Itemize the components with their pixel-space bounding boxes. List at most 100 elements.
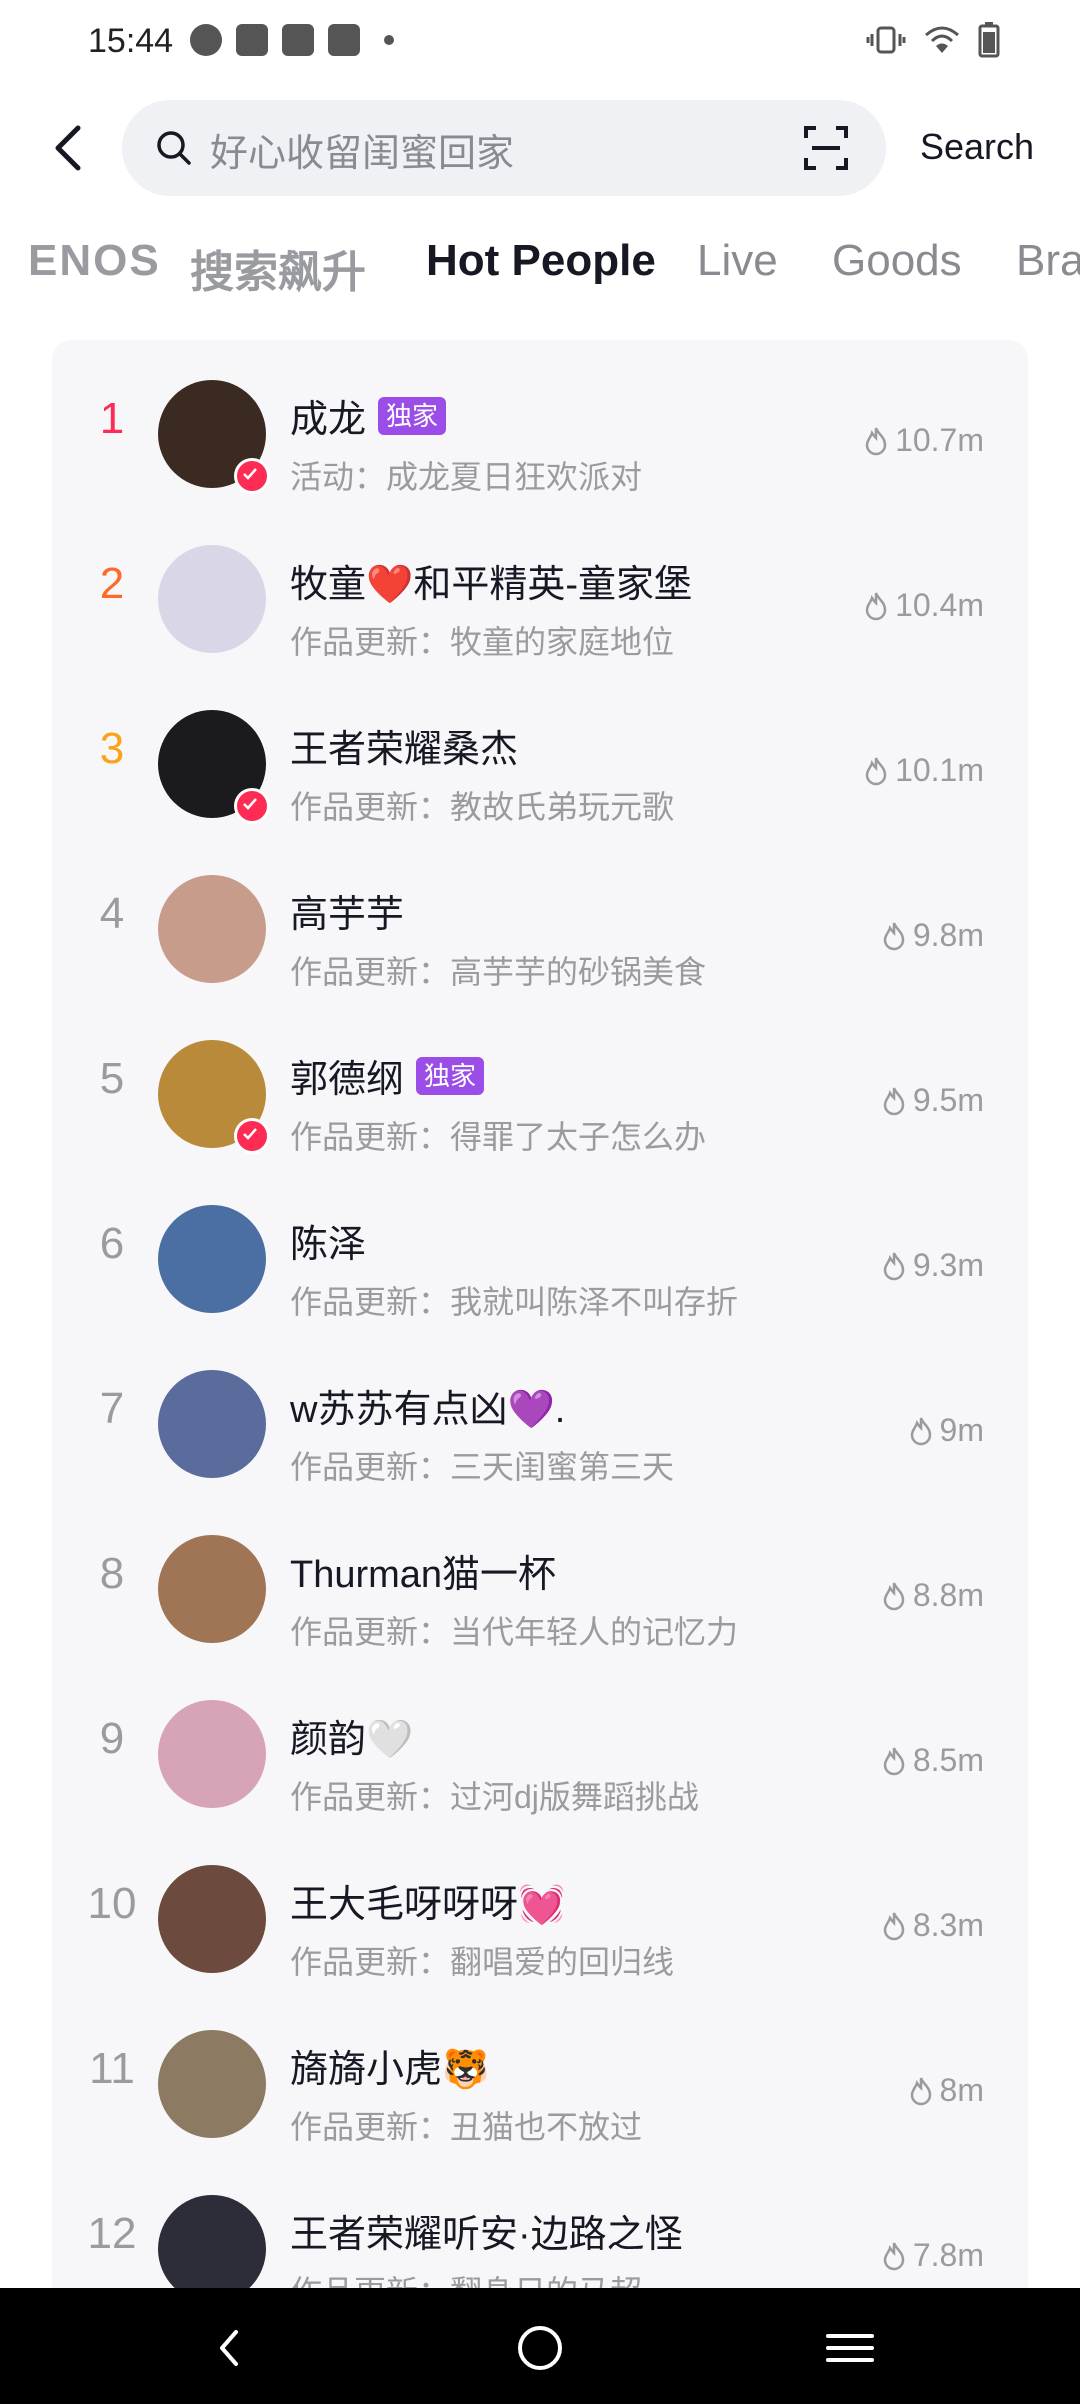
exclusive-badge: 独家 — [416, 1056, 485, 1095]
list-item[interactable]: 8 Thurman猫一杯 作品更新：当代年轻人的记忆力 8.8m — [52, 1495, 1028, 1660]
avatar[interactable] — [158, 1205, 266, 1313]
vibrate-icon — [866, 26, 906, 54]
search-header: Search — [0, 96, 1080, 200]
avatar[interactable] — [158, 1700, 266, 1808]
status-time: 15:44 — [88, 22, 174, 60]
category-tabs: ENOS 搜索飙升 Hot People Live Goods Bra — [0, 228, 1080, 308]
tab-hot-people[interactable]: Hot People — [426, 236, 656, 286]
system-icons — [866, 22, 1000, 58]
tab-goods[interactable]: Goods — [832, 236, 962, 286]
nav-back-button[interactable] — [200, 2318, 260, 2378]
heat-value: 10.7m — [863, 422, 984, 459]
avatar[interactable] — [158, 545, 266, 653]
status-bar: 15:44 — [0, 0, 1080, 86]
heat-value: 10.1m — [863, 752, 984, 789]
list-item[interactable]: 9 颜韵🤍 作品更新：过河dj版舞蹈挑战 8.5m — [52, 1660, 1028, 1825]
list-item[interactable]: 1 成龙 独家 活动：成龙夏日狂欢派对 10.7m — [52, 340, 1028, 505]
heat-value: 9.8m — [881, 917, 984, 954]
nav-home-button[interactable] — [510, 2318, 570, 2378]
scan-button[interactable] — [802, 124, 850, 172]
heat-value: 9.5m — [881, 1082, 984, 1119]
flame-icon — [883, 1747, 905, 1775]
activity-text: 作品更新：过河dj版舞蹈挑战 — [290, 1779, 699, 1815]
exclusive-badge: 独家 — [378, 396, 447, 435]
activity-text: 活动：成龙夏日狂欢派对 — [290, 459, 643, 495]
heat-value: 9.3m — [881, 1247, 984, 1284]
activity-text: 作品更新：高芋芋的砂锅美食 — [290, 954, 707, 990]
user-name: 王者荣耀桑杰 — [290, 729, 519, 771]
rank-number: 10 — [87, 1879, 137, 1928]
scan-icon — [804, 126, 848, 170]
nav-menu-button[interactable] — [820, 2318, 880, 2378]
avatar[interactable] — [158, 2030, 266, 2138]
hot-people-list: 1 成龙 独家 活动：成龙夏日狂欢派对 10.7m 2 牧童❤️和平精英-童家堡 … — [52, 340, 1028, 2340]
list-item[interactable]: 11 旖旖小虎🐯 作品更新：丑猫也不放过 8m — [52, 1990, 1028, 2155]
flame-icon — [883, 1087, 905, 1115]
list-item[interactable]: 7 w苏苏有点凶💜. 作品更新：三天闺蜜第三天 9m — [52, 1330, 1028, 1495]
tab-live[interactable]: Live — [697, 236, 778, 286]
user-name: 成龙 独家 — [290, 388, 447, 443]
user-name: 颜韵🤍 — [290, 1719, 414, 1761]
heat-value: 7.8m — [881, 2237, 984, 2274]
rank-number: 6 — [99, 1219, 125, 1268]
tab-brand[interactable]: Bra — [1016, 236, 1080, 286]
heat-value: 8m — [908, 2072, 984, 2109]
shopping-bag-icon — [328, 24, 360, 56]
shopping-bag-icon — [236, 24, 268, 56]
back-button[interactable] — [40, 118, 100, 178]
flame-icon — [910, 2077, 931, 2105]
flame-icon — [883, 922, 905, 950]
avatar[interactable] — [158, 1535, 266, 1643]
user-name: Thurman猫一杯 — [290, 1554, 557, 1596]
user-name: w苏苏有点凶💜. — [290, 1389, 566, 1431]
list-item[interactable]: 10 王大毛呀呀呀💓 作品更新：翻唱爱的回归线 8.3m — [52, 1825, 1028, 1990]
tab-trending[interactable]: 搜索飙升 — [190, 236, 366, 300]
rank-number: 7 — [99, 1384, 125, 1433]
list-item[interactable]: 4 高芋芋 作品更新：高芋芋的砂锅美食 9.8m — [52, 835, 1028, 1000]
activity-text: 作品更新：当代年轻人的记忆力 — [290, 1614, 739, 1650]
flame-icon — [883, 2242, 905, 2270]
avatar[interactable] — [158, 1865, 266, 1973]
list-item[interactable]: 5 郭德纲 独家 作品更新：得罪了太子怎么办 9.5m — [52, 1000, 1028, 1165]
rank-number: 9 — [99, 1714, 125, 1763]
list-item[interactable]: 3 王者荣耀桑杰 作品更新：教故氏弟玩元歌 10.1m — [52, 670, 1028, 835]
heat-value: 8.8m — [881, 1577, 984, 1614]
rank-number: 11 — [89, 2044, 135, 2093]
user-name: 王者荣耀听安·边路之怪 — [290, 2214, 683, 2256]
notification-icons — [190, 24, 394, 56]
activity-text: 作品更新：翻唱爱的回归线 — [290, 1944, 675, 1980]
list-item[interactable]: 6 陈泽 作品更新：我就叫陈泽不叫存折 9.3m — [52, 1165, 1028, 1330]
heat-value: 8.5m — [881, 1742, 984, 1779]
rank-number: 2 — [99, 559, 125, 608]
search-bar[interactable] — [122, 100, 886, 196]
heat-value: 10.4m — [863, 587, 984, 624]
avatar[interactable] — [158, 1370, 266, 1478]
tab-enos[interactable]: ENOS — [28, 236, 161, 286]
rank-number: 3 — [99, 724, 125, 773]
avatar[interactable] — [158, 875, 266, 983]
more-notifications-dot — [384, 35, 394, 45]
search-input[interactable] — [208, 118, 802, 180]
heat-value: 8.3m — [881, 1907, 984, 1944]
verified-icon — [234, 1118, 270, 1154]
activity-text: 作品更新：三天闺蜜第三天 — [290, 1449, 675, 1485]
flame-icon — [865, 427, 887, 455]
user-name: 陈泽 — [290, 1224, 367, 1266]
activity-text: 作品更新：我就叫陈泽不叫存折 — [290, 1284, 739, 1320]
flame-icon — [883, 1912, 905, 1940]
list-item[interactable]: 2 牧童❤️和平精英-童家堡 作品更新：牧童的家庭地位 10.4m — [52, 505, 1028, 670]
speed-icon — [190, 24, 222, 56]
avatar[interactable] — [158, 2195, 266, 2303]
chevron-left-icon — [55, 125, 81, 171]
heat-value: 9m — [908, 1412, 984, 1449]
user-name: 牧童❤️和平精英-童家堡 — [290, 564, 692, 606]
search-icon — [157, 131, 191, 165]
activity-text: 作品更新：牧童的家庭地位 — [290, 624, 675, 660]
chevron-left-icon — [220, 2330, 238, 2366]
user-name: 高芋芋 — [290, 894, 405, 936]
search-button[interactable]: Search — [920, 126, 1034, 168]
flame-icon — [865, 592, 887, 620]
wifi-icon — [925, 26, 959, 53]
activity-text: 作品更新：教故氏弟玩元歌 — [290, 789, 675, 825]
rank-number: 12 — [87, 2209, 137, 2258]
